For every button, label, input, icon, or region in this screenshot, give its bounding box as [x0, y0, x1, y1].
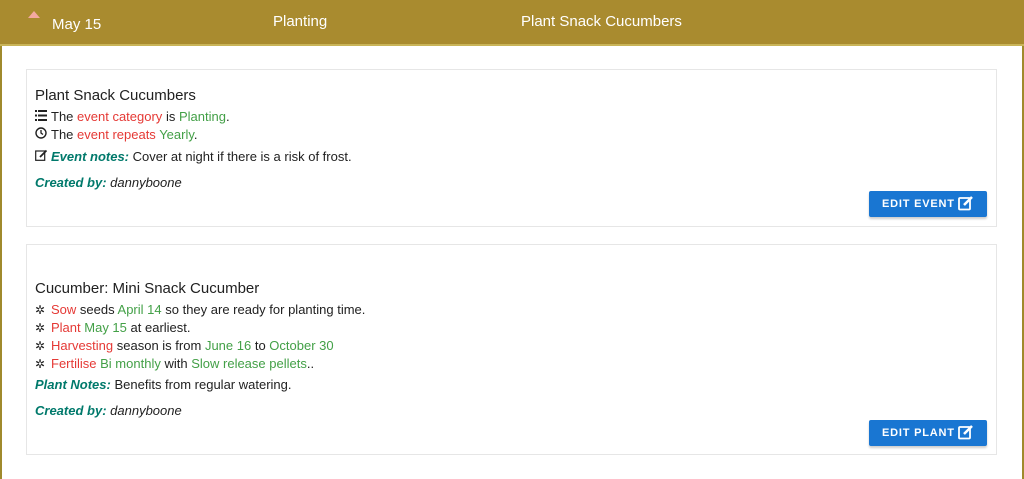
plant-title: Cucumber: Mini Snack Cucumber: [35, 280, 260, 297]
fertilise-product: Slow release pellets: [191, 356, 307, 371]
gear-icon: ✲: [35, 303, 46, 317]
text: is: [165, 109, 176, 124]
clock-icon: [35, 127, 48, 142]
event-repeat-line: The event repeats Yearly.: [35, 127, 198, 142]
event-category-line: The event category is Planting.: [35, 109, 230, 124]
header-category: Planting: [273, 13, 328, 30]
button-label: EDIT PLANT: [882, 427, 955, 439]
header-date[interactable]: May 15: [52, 16, 101, 33]
edit-icon: [958, 195, 974, 214]
text: so they are ready for planting time.: [165, 302, 366, 317]
button-label: EDIT EVENT: [882, 198, 955, 210]
edit-icon: [958, 424, 974, 443]
term: event repeats: [77, 127, 156, 142]
created-label: Created by:: [35, 403, 107, 418]
category-value: Planting: [178, 109, 226, 124]
event-card: Plant Snack Cucumbers The event category…: [26, 69, 997, 227]
term: Sow: [51, 302, 77, 317]
term: Harvesting: [51, 338, 114, 353]
repeat-value: Yearly: [159, 127, 194, 142]
text: The: [51, 109, 74, 124]
harvest-to: October 30: [269, 338, 334, 353]
gear-icon: ✲: [35, 321, 46, 335]
gear-icon: ✲: [35, 357, 46, 371]
event-notes-line: Event notes: Cover at night if there is …: [35, 149, 352, 164]
fertilise-line: ✲ Fertilise Bi monthly with Slow release …: [35, 356, 314, 371]
caret-up-icon[interactable]: [28, 11, 40, 18]
plant-date: May 15: [84, 320, 127, 335]
text: seeds: [79, 302, 115, 317]
created-label: Created by:: [35, 175, 107, 190]
header-title: Plant Snack Cucumbers: [521, 13, 682, 30]
plant-created-line: Created by: dannyboone: [35, 403, 182, 418]
event-notes-label: Event notes:: [51, 149, 130, 164]
plant-notes-line: Plant Notes: Benefits from regular water…: [35, 377, 292, 392]
fertilise-frequency: Bi monthly: [100, 356, 161, 371]
event-notes-text: Cover at night if there is a risk of fro…: [132, 149, 352, 164]
edit-plant-button[interactable]: EDIT PLANT: [869, 420, 987, 446]
text: with: [164, 356, 188, 371]
edit-icon: [35, 149, 48, 164]
plant-line: ✲ Plant May 15 at earliest.: [35, 320, 191, 335]
term: Fertilise: [51, 356, 97, 371]
text: to: [254, 338, 266, 353]
plant-notes-text: Benefits from regular watering.: [114, 377, 292, 392]
text: at earliest.: [130, 320, 191, 335]
event-created-line: Created by: dannyboone: [35, 175, 182, 190]
text: .: [225, 109, 230, 124]
term: Plant: [51, 320, 81, 335]
harvest-line: ✲ Harvesting season is from June 16 to Oc…: [35, 338, 334, 353]
list-icon: [35, 110, 48, 124]
text: season is from: [116, 338, 202, 353]
text: ..: [306, 356, 315, 371]
sow-line: ✲ Sow seeds April 14 so they are ready fo…: [35, 302, 365, 317]
gear-icon: ✲: [35, 339, 46, 353]
plant-card: Cucumber: Mini Snack Cucumber ✲ Sow seeds…: [26, 244, 997, 455]
event-header[interactable]: May 15 Planting Plant Snack Cucumbers: [0, 0, 1024, 46]
created-by: dannyboone: [110, 175, 182, 190]
text: The: [51, 127, 74, 142]
harvest-from: June 16: [204, 338, 252, 353]
term: event category: [77, 109, 163, 124]
created-by: dannyboone: [110, 403, 182, 418]
sow-date: April 14: [117, 302, 162, 317]
text: .: [193, 127, 198, 142]
edit-event-button[interactable]: EDIT EVENT: [869, 191, 987, 217]
event-title: Plant Snack Cucumbers: [35, 87, 196, 104]
plant-notes-label: Plant Notes:: [35, 377, 111, 392]
